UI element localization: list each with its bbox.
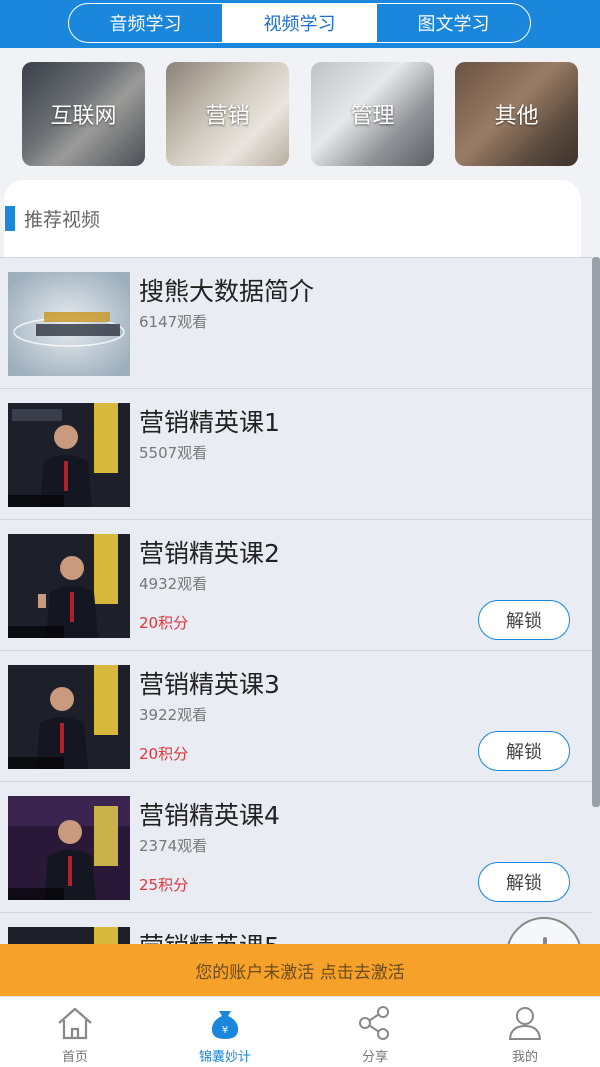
video-view-count: 6147观看 xyxy=(139,313,208,331)
category-label: 其他 xyxy=(494,104,539,129)
top-header: 音频学习 视频学习 图文学习 xyxy=(0,0,600,48)
category-label: 管理 xyxy=(350,104,395,129)
video-item[interactable]: 营销精英课5 xyxy=(0,912,592,944)
tab-video-learning[interactable]: 视频学习 xyxy=(223,4,377,42)
nav-tips[interactable]: ¥ 锦囊妙计 xyxy=(150,997,300,1067)
video-view-count: 5507观看 xyxy=(139,444,208,462)
nav-label: 锦囊妙计 xyxy=(198,1050,251,1065)
video-title: 营销精英课4 xyxy=(139,801,280,830)
activation-banner[interactable]: 您的账户未激活 点击去激活 xyxy=(0,944,600,996)
category-label: 营销 xyxy=(205,104,250,129)
video-title: 营销精英课1 xyxy=(139,408,280,437)
video-list[interactable]: 搜熊大数据简介 6147观看 营销精英课1 5507观看 营销精英课2 4932… xyxy=(0,257,600,944)
video-title: 营销精英课5 xyxy=(139,927,280,944)
video-item[interactable]: 营销精英课3 3922观看 20积分 解锁 xyxy=(0,650,592,781)
scrollbar[interactable] xyxy=(592,257,600,807)
nav-label: 分享 xyxy=(361,1050,388,1065)
unlock-button[interactable]: 解锁 xyxy=(478,600,570,640)
nav-share[interactable]: 分享 xyxy=(300,997,450,1067)
video-item[interactable]: 营销精英课4 2374观看 25积分 解锁 xyxy=(0,781,592,912)
video-view-count: 2374观看 xyxy=(139,837,208,855)
svg-text:¥: ¥ xyxy=(222,1025,228,1036)
points-cost: 20积分 xyxy=(139,614,189,632)
video-title: 营销精英课3 xyxy=(139,670,280,699)
tab-article-learning[interactable]: 图文学习 xyxy=(377,4,530,42)
video-thumbnail xyxy=(8,534,130,638)
nav-label: 我的 xyxy=(511,1050,538,1065)
nav-label: 首页 xyxy=(61,1050,88,1065)
section-title: 推荐视频 xyxy=(24,209,101,231)
unlock-button[interactable]: 解锁 xyxy=(478,731,570,771)
tab-audio-learning[interactable]: 音频学习 xyxy=(69,4,223,42)
video-thumbnail xyxy=(8,403,130,507)
video-view-count: 4932观看 xyxy=(139,575,208,593)
category-management[interactable]: 管理 xyxy=(311,62,434,166)
person-icon xyxy=(508,1007,542,1040)
unlock-button[interactable]: 解锁 xyxy=(478,862,570,902)
nav-home[interactable]: 首页 xyxy=(0,997,150,1067)
video-view-count: 3922观看 xyxy=(139,706,208,724)
video-title: 营销精英课2 xyxy=(139,539,280,568)
category-marketing[interactable]: 营销 xyxy=(166,62,289,166)
info-icon xyxy=(543,937,547,944)
category-row: 互联网 营销 管理 其他 xyxy=(0,48,600,180)
video-thumbnail xyxy=(8,272,130,376)
video-item[interactable]: 营销精英课2 4932观看 20积分 解锁 xyxy=(0,519,592,650)
video-item[interactable]: 搜熊大数据简介 6147观看 xyxy=(0,257,592,388)
money-bag-icon: ¥ xyxy=(211,1011,239,1039)
section-accent-bar xyxy=(5,206,15,231)
home-icon xyxy=(58,1007,92,1040)
points-cost: 20积分 xyxy=(139,745,189,763)
share-icon xyxy=(359,1006,389,1040)
video-thumbnail xyxy=(8,796,130,900)
category-internet[interactable]: 互联网 xyxy=(22,62,145,166)
video-thumbnail xyxy=(8,665,130,769)
video-title: 搜熊大数据简介 xyxy=(139,277,315,306)
video-thumbnail xyxy=(8,927,130,944)
category-other[interactable]: 其他 xyxy=(455,62,578,166)
learning-mode-switcher: 音频学习 视频学习 图文学习 xyxy=(68,3,531,43)
bottom-nav: 首页 ¥ 锦囊妙计 分享 我的 xyxy=(0,996,600,1067)
video-item[interactable]: 营销精英课1 5507观看 xyxy=(0,388,592,519)
nav-me[interactable]: 我的 xyxy=(450,997,600,1067)
category-label: 互联网 xyxy=(50,104,117,129)
points-cost: 25积分 xyxy=(139,876,189,894)
